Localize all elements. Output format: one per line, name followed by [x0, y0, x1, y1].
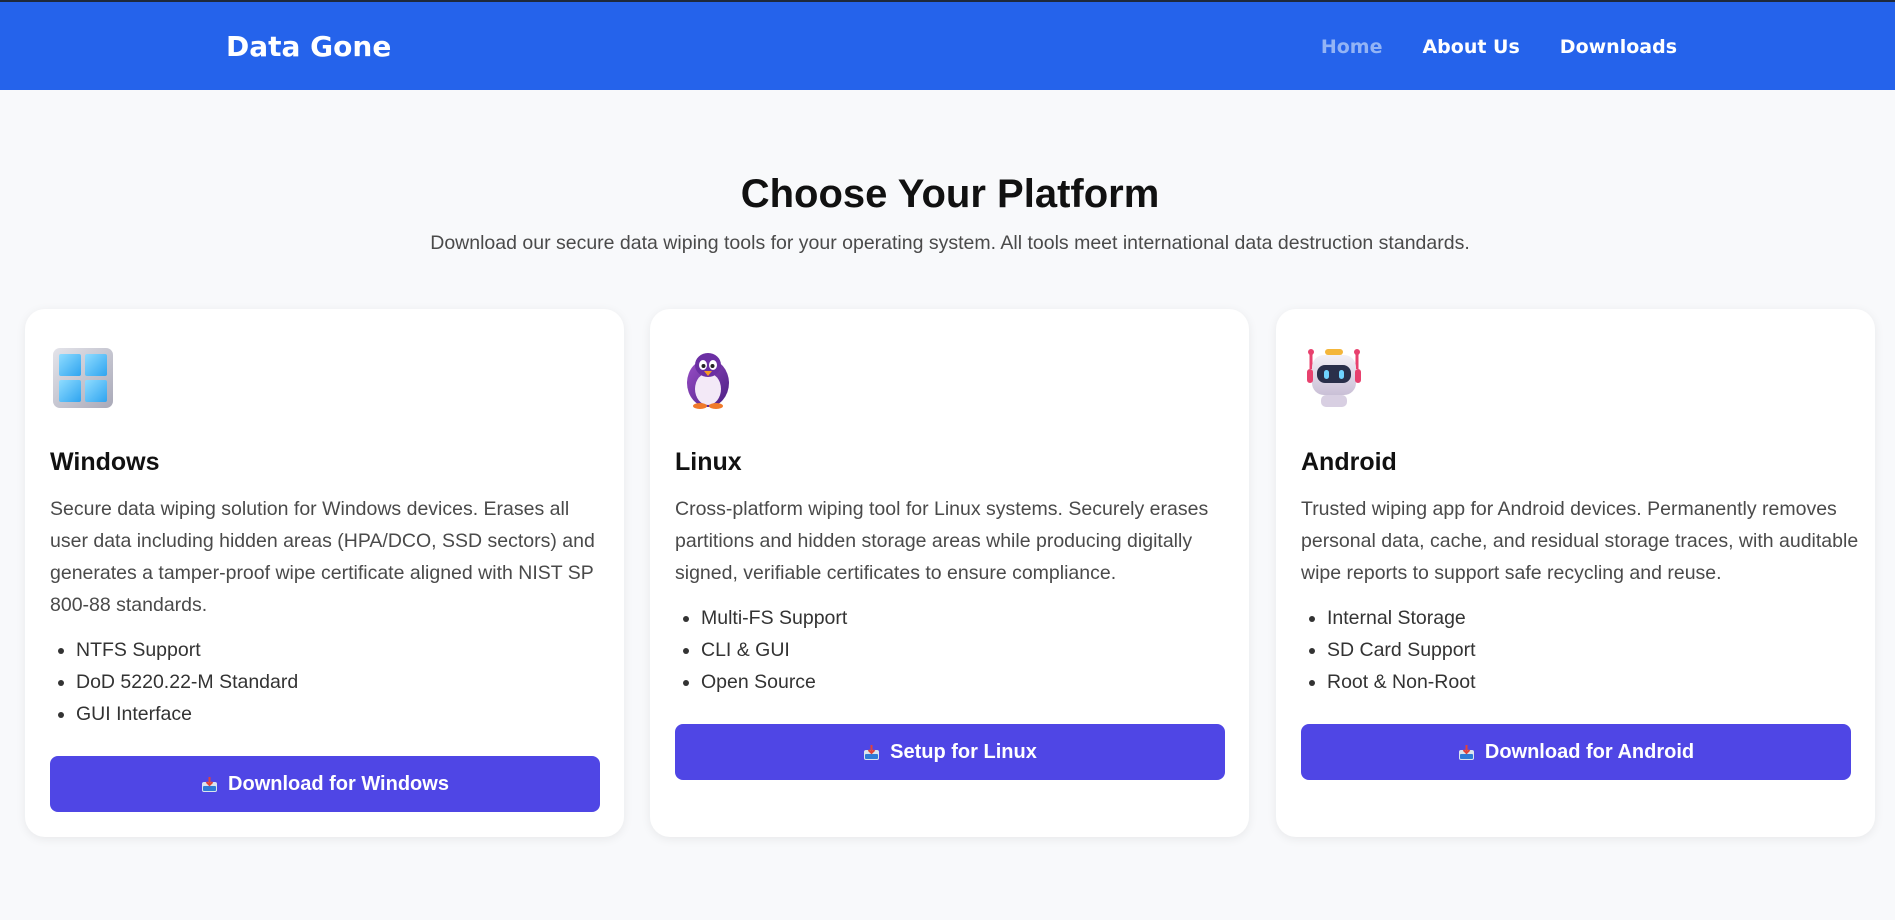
feature-list: NTFS Support DoD 5220.22-M Standard GUI …	[50, 634, 298, 730]
setup-linux-button[interactable]: Setup for Linux	[675, 724, 1225, 780]
button-label: Download for Windows	[228, 772, 449, 795]
brand-logo[interactable]: Data Gone	[226, 30, 391, 64]
feature-item: NTFS Support	[76, 634, 298, 666]
feature-list: Internal Storage SD Card Support Root & …	[1301, 602, 1476, 698]
penguin-icon	[675, 345, 741, 411]
inbox-tray-icon	[1458, 744, 1475, 761]
button-label: Download for Android	[1484, 740, 1695, 763]
card-title: Windows	[50, 448, 160, 476]
platform-card-windows: Windows Secure data wiping solution for …	[25, 309, 624, 837]
feature-item: Root & Non-Root	[1327, 666, 1476, 698]
feature-item: DoD 5220.22-M Standard	[76, 666, 298, 698]
download-android-button[interactable]: Download for Android	[1301, 724, 1851, 780]
nav-home[interactable]: Home	[1321, 35, 1383, 59]
feature-list: Multi-FS Support CLI & GUI Open Source	[675, 602, 847, 698]
button-label: Setup for Linux	[890, 740, 1037, 763]
nav-about-us[interactable]: About Us	[1422, 35, 1519, 59]
feature-item: CLI & GUI	[701, 634, 847, 666]
windows-icon	[50, 345, 116, 411]
feature-item: Internal Storage	[1327, 602, 1476, 634]
inbox-tray-icon	[201, 776, 218, 793]
robot-icon	[1301, 345, 1367, 411]
inbox-tray-icon	[863, 744, 880, 761]
feature-item: GUI Interface	[76, 698, 298, 730]
page-title: Choose Your Platform	[740, 172, 1160, 216]
page-subtitle: Download our secure data wiping tools fo…	[430, 232, 1470, 254]
card-description: Cross-platform wiping tool for Linux sys…	[675, 498, 1209, 584]
feature-item: Open Source	[701, 666, 847, 698]
feature-item: Multi-FS Support	[701, 602, 847, 634]
feature-item: SD Card Support	[1327, 634, 1476, 666]
platform-card-android: Android Trusted wiping app for Android d…	[1276, 309, 1875, 837]
card-title: Linux	[675, 448, 742, 476]
platform-card-linux: Linux Cross-platform wiping tool for Lin…	[650, 309, 1249, 837]
nav-downloads[interactable]: Downloads	[1560, 35, 1677, 59]
card-title: Android	[1301, 448, 1397, 476]
navbar: Data Gone Home About Us Downloads	[0, 0, 1895, 90]
card-description: Secure data wiping solution for Windows …	[50, 498, 595, 616]
nav-links: Home About Us Downloads	[1321, 35, 1677, 59]
download-windows-button[interactable]: Download for Windows	[50, 756, 600, 812]
card-description: Trusted wiping app for Android devices. …	[1301, 498, 1859, 584]
